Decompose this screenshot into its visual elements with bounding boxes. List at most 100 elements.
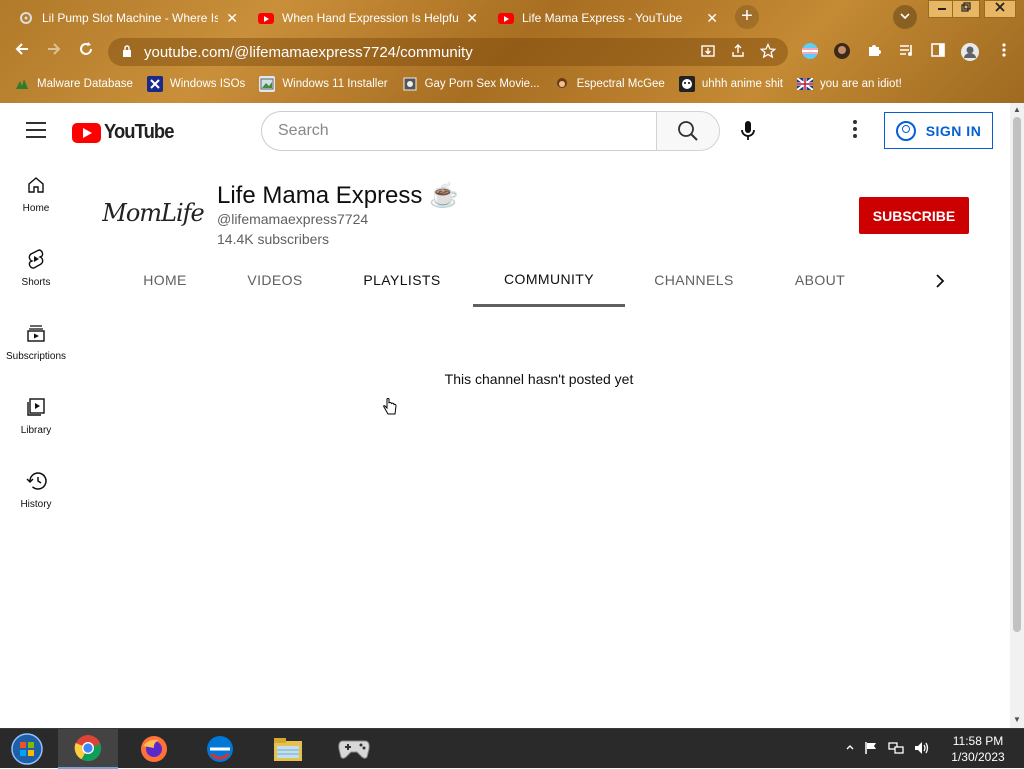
clock-time: 11:58 PM — [952, 734, 1004, 748]
browser-tab-active[interactable]: Life Mama Express - YouTube ✕ — [488, 4, 726, 32]
tab-channels[interactable]: CHANNELS — [640, 253, 748, 307]
history-icon — [0, 469, 72, 493]
tab-title: Lil Pump Slot Machine - Where Is — [42, 11, 218, 25]
mini-guide: Home Shorts Subscriptions Library Histor… — [0, 173, 72, 543]
scrollbar-thumb[interactable] — [1013, 117, 1021, 632]
firefox-icon[interactable] — [124, 729, 184, 769]
voice-search-button[interactable] — [736, 119, 760, 143]
menu-icon[interactable] — [26, 122, 46, 143]
subscriptions-icon — [0, 321, 72, 345]
show-hidden-icons-icon[interactable] — [846, 741, 854, 758]
guide-item-library[interactable]: Library — [0, 395, 72, 469]
scroll-up-arrow-icon[interactable]: ▲ — [1013, 105, 1021, 114]
tab-community[interactable]: COMMUNITY — [473, 253, 625, 307]
scroll-down-arrow-icon[interactable]: ▼ — [1013, 715, 1021, 724]
start-orb-icon[interactable] — [0, 729, 54, 769]
browser-tab[interactable]: Lil Pump Slot Machine - Where Is ✕ — [8, 4, 246, 32]
reload-button[interactable] — [74, 40, 98, 64]
profile-avatar-icon[interactable] — [960, 42, 980, 62]
channel-handle: @lifemamaexpress7724 — [217, 211, 369, 227]
bug-icon — [14, 76, 30, 92]
address-bar[interactable]: youtube.com/@lifemamaexpress7724/communi… — [108, 38, 788, 66]
youtube-wordmark: YouTube — [104, 121, 174, 143]
install-app-icon[interactable] — [700, 43, 716, 62]
x-logo-icon — [146, 76, 163, 92]
browser-tab[interactable]: When Hand Expression Is Helpful ✕ — [248, 4, 486, 32]
bookmark-item[interactable]: uhhh anime shit — [678, 76, 783, 92]
tabs-scroll-right-button[interactable] — [928, 269, 952, 293]
settings-menu-icon[interactable] — [850, 120, 860, 141]
close-tab-icon[interactable]: ✕ — [706, 10, 718, 27]
masthead: YouTube Search SIGN IN — [0, 103, 1010, 159]
tab-about[interactable]: ABOUT — [780, 253, 860, 307]
profile-extension-icon[interactable] — [832, 42, 852, 62]
new-tab-button[interactable]: + — [735, 5, 759, 29]
guide-item-history[interactable]: History — [0, 469, 72, 543]
tab-search-button[interactable] — [893, 5, 917, 29]
tab-title: Life Mama Express - YouTube — [522, 11, 683, 25]
chrome-icon[interactable] — [58, 729, 118, 769]
sign-in-label: SIGN IN — [925, 122, 982, 139]
pride-extension-icon[interactable] — [800, 42, 820, 62]
extensions-puzzle-icon[interactable] — [864, 42, 884, 62]
back-button[interactable] — [10, 40, 34, 64]
youtube-play-icon — [72, 122, 101, 143]
tab-playlists[interactable]: PLAYLISTS — [352, 253, 452, 307]
empty-community-message: This channel hasn't posted yet — [444, 371, 634, 387]
file-explorer-icon[interactable] — [258, 729, 318, 769]
globe-icon — [402, 76, 418, 92]
chevron-down-icon — [900, 13, 910, 20]
restore-button[interactable] — [952, 0, 980, 18]
guide-label: Home — [22, 203, 50, 214]
side-panel-icon[interactable] — [928, 42, 948, 62]
search-icon — [678, 121, 698, 141]
network-icon[interactable] — [888, 741, 904, 758]
channel-avatar[interactable]: MomLife — [102, 183, 204, 243]
search-placeholder: Search — [278, 122, 329, 139]
share-icon[interactable] — [730, 43, 746, 62]
bookmark-item[interactable]: Malware Database — [14, 76, 133, 92]
sign-in-button[interactable]: SIGN IN — [884, 112, 993, 149]
subscribe-button[interactable]: SUBSCRIBE — [859, 197, 969, 234]
bookmark-item[interactable]: Windows 11 Installer — [259, 76, 388, 92]
url-text: youtube.com/@lifemamaexpress7724/communi… — [144, 43, 473, 61]
close-tab-icon[interactable]: ✕ — [226, 10, 238, 27]
arrow-right-icon — [48, 43, 61, 55]
microphone-icon — [741, 121, 755, 140]
system-clock[interactable]: 11:58 PM 1/30/2023 — [942, 733, 1014, 765]
youtube-logo[interactable]: YouTube — [72, 121, 180, 144]
anime-icon — [678, 76, 695, 92]
close-tab-icon[interactable]: ✕ — [466, 10, 478, 27]
star-icon[interactable] — [759, 42, 777, 62]
channel-name: Life Mama Express ☕ — [217, 182, 459, 209]
bookmark-item[interactable]: Espectral McGee — [554, 76, 665, 92]
volume-icon[interactable] — [914, 741, 930, 758]
guide-item-home[interactable]: Home — [0, 173, 72, 247]
close-window-button[interactable] — [984, 0, 1016, 18]
flag-icon — [797, 76, 814, 92]
edge-icon[interactable] — [190, 729, 250, 769]
guide-label: Subscriptions — [5, 351, 67, 362]
bookmark-item[interactable]: you are an idiot! — [797, 76, 902, 92]
subscriber-count: 14.4K subscribers — [217, 231, 330, 247]
home-icon — [0, 173, 72, 197]
browser-menu-icon[interactable] — [994, 42, 1014, 62]
forward-button[interactable] — [42, 40, 66, 64]
bookmark-label: Windows 11 Installer — [282, 78, 388, 90]
tab-videos[interactable]: VIDEOS — [236, 253, 314, 307]
action-center-flag-icon[interactable] — [864, 741, 878, 758]
bookmark-label: Gay Porn Sex Movie... — [424, 78, 540, 90]
bookmark-item[interactable]: Windows ISOs — [146, 76, 245, 92]
page-scrollbar[interactable]: ▲ ▼ — [1010, 103, 1024, 728]
tab-home[interactable]: HOME — [130, 253, 200, 307]
reading-list-icon[interactable] — [896, 42, 916, 62]
search-input[interactable]: Search — [261, 111, 657, 151]
gamepad-icon[interactable] — [324, 729, 384, 769]
clock-date: 1/30/2023 — [951, 750, 1005, 764]
youtube-icon — [258, 10, 274, 26]
reload-icon — [80, 42, 92, 55]
bookmark-item[interactable]: Gay Porn Sex Movie... — [402, 76, 540, 92]
tab-strip: Lil Pump Slot Machine - Where Is ✕ When … — [0, 0, 1024, 34]
search-button[interactable] — [656, 111, 720, 151]
character-icon — [554, 76, 570, 92]
